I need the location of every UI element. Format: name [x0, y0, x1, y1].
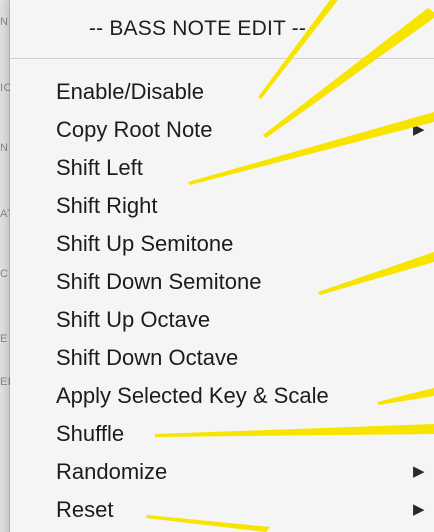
context-menu: -- BASS NOTE EDIT -- Enable/Disable Copy…	[10, 0, 434, 532]
menu-header: -- BASS NOTE EDIT --	[88, 17, 307, 40]
background-label: C	[0, 268, 9, 280]
background-label: E	[0, 333, 8, 345]
menu-item-apply-selected-key-scale[interactable]: Apply Selected Key & Scale	[56, 377, 329, 415]
menu-item-randomize[interactable]: Randomize	[56, 453, 167, 491]
menu-item-shift-up-semitone[interactable]: Shift Up Semitone	[56, 225, 233, 263]
submenu-arrow-icon: ▶	[413, 463, 425, 480]
submenu-arrow-icon: ▶	[413, 501, 425, 518]
menu-item-reset[interactable]: Reset	[56, 491, 113, 529]
menu-item-shift-down-semitone[interactable]: Shift Down Semitone	[56, 263, 261, 301]
menu-item-enable-disable[interactable]: Enable/Disable	[56, 73, 204, 111]
background-label: N	[0, 142, 9, 154]
menu-item-shuffle[interactable]: Shuffle	[56, 415, 124, 453]
menu-separator	[10, 58, 434, 59]
menu-item-shift-left[interactable]: Shift Left	[56, 149, 143, 187]
menu-item-shift-down-octave[interactable]: Shift Down Octave	[56, 339, 238, 377]
menu-item-shift-up-octave[interactable]: Shift Up Octave	[56, 301, 210, 339]
submenu-arrow-icon: ▶	[413, 121, 425, 138]
background-label: N	[0, 16, 9, 28]
menu-item-shift-right[interactable]: Shift Right	[56, 187, 158, 225]
screenshot-stage: N IC N AT C E EF -- BASS NOTE EDIT -- En…	[0, 0, 434, 532]
menu-item-copy-root-note[interactable]: Copy Root Note	[56, 111, 213, 149]
